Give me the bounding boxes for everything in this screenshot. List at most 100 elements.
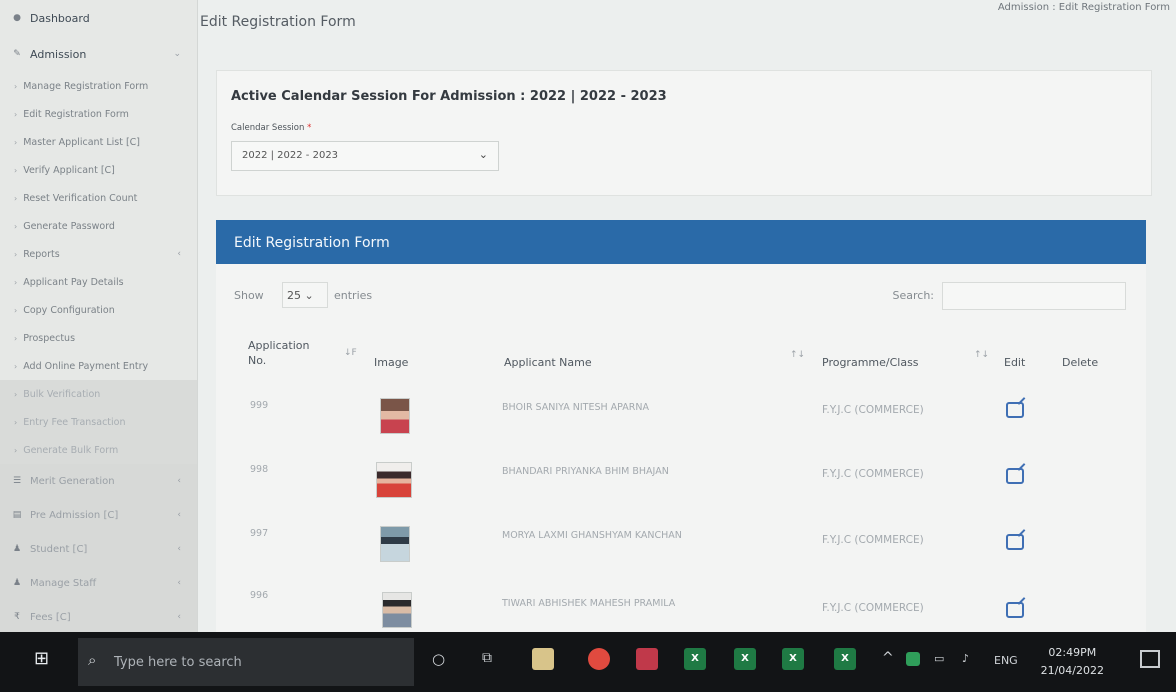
sidebar-item-copy-configuration[interactable]: › Copy Configuration	[0, 296, 197, 324]
cell-programme: F.Y.J.C (COMMERCE)	[822, 468, 924, 480]
edit-icon[interactable]	[1006, 468, 1024, 484]
windows-start-icon[interactable]: ⊞	[34, 648, 49, 669]
chevron-right-icon: ›	[14, 81, 18, 91]
calendar-session-label: Calendar Session *	[231, 123, 311, 133]
chevron-right-icon: ›	[14, 445, 18, 455]
chevron-left-icon: ‹	[177, 544, 181, 554]
chevron-left-icon: ‹	[177, 612, 181, 622]
windows-taskbar: ⊞ ⌕ Type here to search ○ ⧉ X X X X ^ ▭ …	[0, 632, 1176, 692]
column-header-applicant-name[interactable]: Applicant Name	[504, 356, 592, 369]
edit-icon: ✎	[13, 49, 21, 59]
excel-icon[interactable]: X	[684, 648, 706, 670]
breadcrumb: Admission : Edit Registration Form	[997, 2, 1170, 13]
entries-value: 25	[287, 289, 301, 302]
column-header-label: No.	[248, 354, 267, 367]
chevron-right-icon: ›	[14, 221, 18, 231]
table-card-header: Edit Registration Form	[216, 220, 1146, 264]
taskbar-clock[interactable]: 02:49PM 21/04/2022	[1041, 644, 1104, 680]
users-icon: ♟	[12, 578, 22, 588]
chevron-up-icon[interactable]: ^	[882, 650, 894, 666]
cell-app-no: 999	[250, 400, 269, 411]
applicant-photo	[376, 462, 412, 498]
edit-icon[interactable]	[1006, 402, 1024, 418]
sidebar-item-fees[interactable]: ₹ Fees [C] ‹	[0, 600, 197, 634]
sidebar-item-dashboard[interactable]: ● Dashboard	[0, 0, 197, 36]
sort-icon[interactable]: ↑↓	[974, 350, 989, 360]
sidebar-item-label: Pre Admission [C]	[30, 509, 119, 521]
cell-applicant-name: BHOIR SANIYA NITESH APARNA	[502, 402, 649, 413]
chevron-right-icon: ›	[14, 333, 18, 343]
tray-app-icon[interactable]	[906, 652, 920, 666]
page-title: Edit Registration Form	[200, 14, 356, 30]
cortana-icon[interactable]: ○	[432, 650, 445, 668]
session-title: Active Calendar Session For Admission : …	[231, 89, 667, 104]
sidebar-item-label: Merit Generation	[30, 475, 115, 487]
sidebar-item-label: Admission	[30, 47, 87, 61]
cell-applicant-name: BHANDARI PRIYANKA BHIM BHAJAN	[502, 466, 669, 477]
sidebar-item-label: Verify Applicant [C]	[23, 164, 115, 176]
chevron-right-icon: ›	[14, 165, 18, 175]
app-icon[interactable]	[636, 648, 658, 670]
chrome-icon[interactable]	[588, 648, 610, 670]
sidebar-item-label: Generate Bulk Form	[23, 444, 119, 456]
sidebar-item-admission[interactable]: ✎ Admission ⌄	[0, 36, 197, 72]
language-indicator[interactable]: ENG	[994, 654, 1018, 667]
chevron-right-icon: ›	[14, 109, 18, 119]
cell-app-no: 996	[250, 590, 269, 601]
volume-icon[interactable]: ♪	[962, 652, 969, 665]
sidebar-item-generate-bulk-form[interactable]: › Generate Bulk Form	[0, 436, 197, 464]
column-header-application-no[interactable]: Application No.	[248, 338, 309, 368]
calendar-session-label-text: Calendar Session	[231, 123, 305, 133]
sidebar-item-generate-password[interactable]: › Generate Password	[0, 212, 197, 240]
sidebar-item-bulk-verification[interactable]: › Bulk Verification	[0, 380, 197, 408]
network-icon[interactable]: ▭	[934, 652, 944, 665]
taskbar-search[interactable]: ⌕ Type here to search	[78, 638, 414, 686]
sidebar-item-entry-fee[interactable]: › Entry Fee Transaction	[0, 408, 197, 436]
clock-date: 21/04/2022	[1040, 664, 1104, 677]
sidebar-item-edit-registration[interactable]: › Edit Registration Form	[0, 100, 197, 128]
excel-icon[interactable]: X	[734, 648, 756, 670]
sidebar-item-verify-applicant[interactable]: › Verify Applicant [C]	[0, 156, 197, 184]
cell-programme: F.Y.J.C (COMMERCE)	[822, 602, 924, 614]
column-header-programme[interactable]: Programme/Class	[822, 356, 919, 369]
sidebar-item-reports[interactable]: › Reports ‹	[0, 240, 197, 268]
sort-icon[interactable]: ↓F	[344, 348, 357, 358]
sidebar-item-applicant-pay-details[interactable]: › Applicant Pay Details	[0, 268, 197, 296]
chevron-left-icon: ‹	[177, 249, 181, 259]
chevron-down-icon: ⌄	[304, 289, 314, 302]
sidebar-item-label: Reports	[23, 248, 60, 260]
sidebar-item-add-online-payment[interactable]: › Add Online Payment Entry	[0, 352, 197, 380]
sidebar-item-manage-staff[interactable]: ♟ Manage Staff ‹	[0, 566, 197, 600]
edit-icon[interactable]	[1006, 534, 1024, 550]
sidebar-item-prospectus[interactable]: › Prospectus	[0, 324, 197, 352]
calendar-session-select[interactable]: 2022 | 2022 - 2023 ⌄	[231, 141, 499, 171]
chevron-right-icon: ›	[14, 249, 18, 259]
edit-icon[interactable]	[1006, 602, 1024, 618]
notification-icon[interactable]	[1140, 650, 1160, 668]
applicant-photo	[380, 398, 410, 434]
search-input[interactable]	[942, 282, 1126, 310]
task-view-icon[interactable]: ⧉	[482, 650, 492, 666]
file-explorer-icon[interactable]	[532, 648, 554, 670]
sidebar-item-pre-admission[interactable]: ▤ Pre Admission [C] ‹	[0, 498, 197, 532]
sidebar-item-student[interactable]: ♟ Student [C] ‹	[0, 532, 197, 566]
sort-icon[interactable]: ↑↓	[790, 350, 805, 360]
excel-icon[interactable]: X	[834, 648, 856, 670]
chevron-right-icon: ›	[14, 361, 18, 371]
sidebar-item-merit-generation[interactable]: ☰ Merit Generation ‹	[0, 464, 197, 498]
entries-select[interactable]: 25 ⌄	[282, 282, 328, 308]
search-icon: ⌕	[88, 651, 97, 669]
table-row: 998 BHANDARI PRIYANKA BHIM BHAJAN F.Y.J.…	[216, 452, 1146, 514]
chevron-right-icon: ›	[14, 305, 18, 315]
sidebar-item-label: Edit Registration Form	[23, 108, 129, 120]
sidebar-item-label: Reset Verification Count	[23, 192, 138, 204]
taskbar-search-placeholder: Type here to search	[114, 655, 242, 670]
excel-icon[interactable]: X	[782, 648, 804, 670]
sidebar-item-master-applicant-list[interactable]: › Master Applicant List [C]	[0, 128, 197, 156]
chevron-down-icon: ⌄	[173, 49, 181, 59]
sidebar-item-reset-verification[interactable]: › Reset Verification Count	[0, 184, 197, 212]
sidebar-item-label: Generate Password	[23, 220, 115, 232]
sidebar-item-manage-registration[interactable]: › Manage Registration Form	[0, 72, 197, 100]
column-header-image[interactable]: Image	[374, 356, 408, 369]
sidebar-item-label: Bulk Verification	[23, 388, 101, 400]
